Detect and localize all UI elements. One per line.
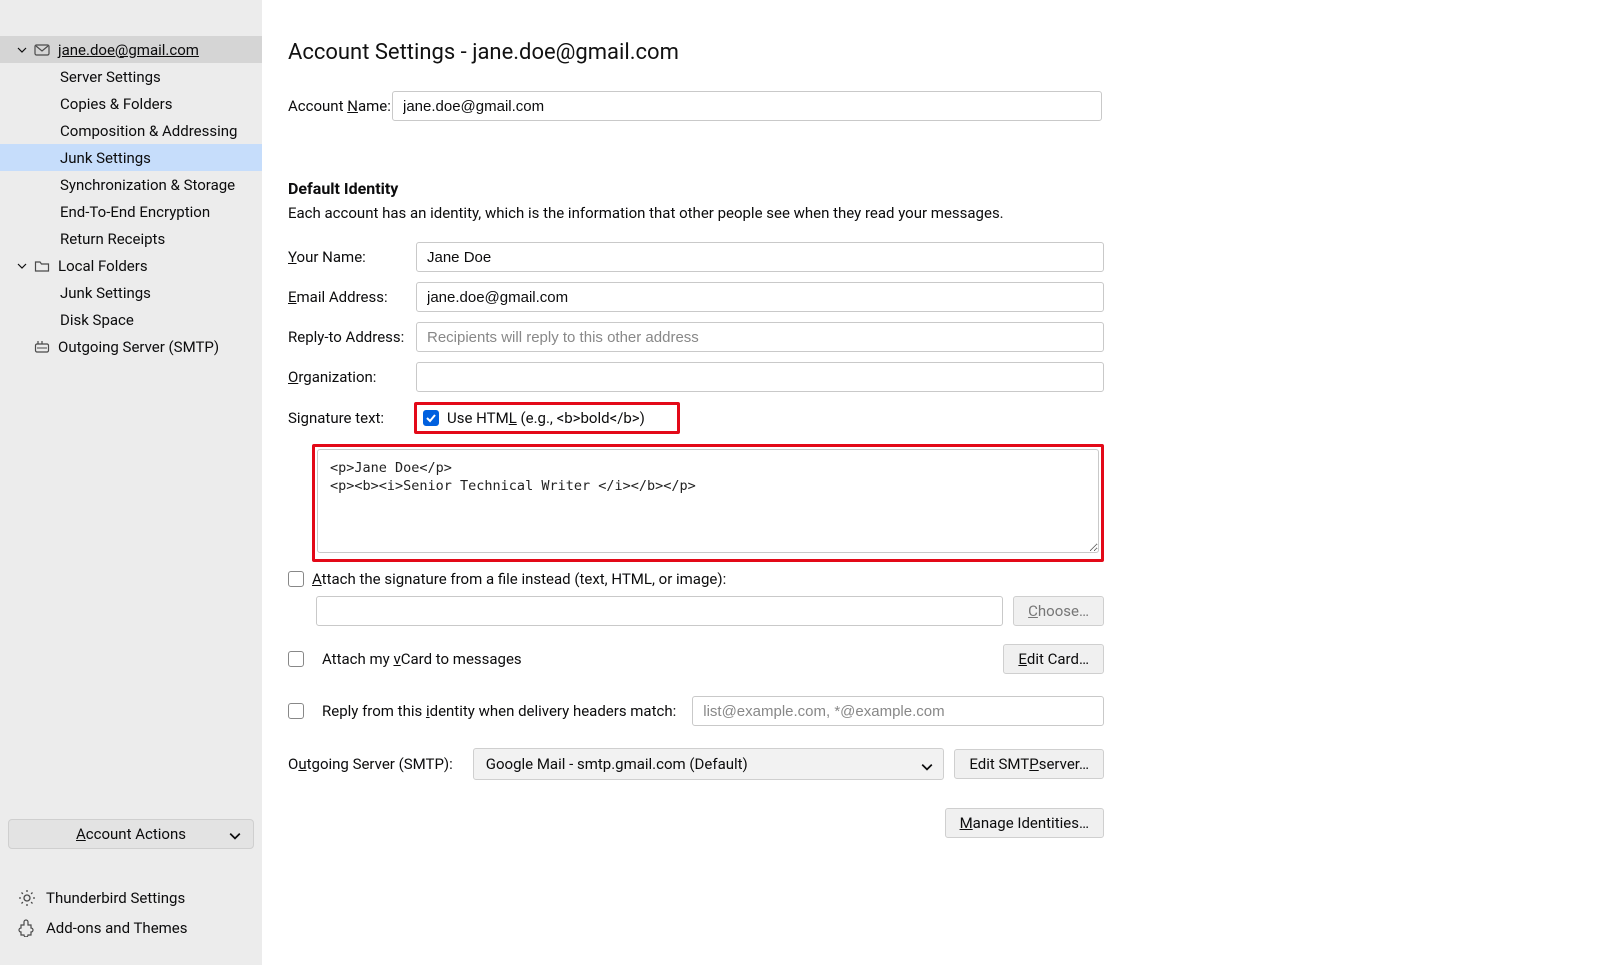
local-folders-label: Local Folders: [58, 257, 148, 275]
input-your-name[interactable]: [416, 242, 1104, 272]
chevron-down-icon: [229, 828, 241, 846]
checkbox-use-html[interactable]: [423, 410, 439, 426]
label-attach-file: Attach the signature from a file instead…: [312, 570, 726, 588]
input-reply-identity[interactable]: [692, 696, 1104, 726]
puzzle-icon: [18, 919, 36, 937]
row-your-name: Your Name:: [288, 242, 1562, 272]
label-reply-to: Reply-to Address:: [288, 328, 416, 346]
checkbox-attach-vcard[interactable]: [288, 651, 304, 667]
page-title: Account Settings - jane.doe@gmail.com: [288, 40, 1562, 65]
sidebar: jane.doe@gmail.com Server Settings Copie…: [0, 0, 262, 965]
mail-account-icon: [34, 42, 50, 58]
account-actions-button[interactable]: Account Actions: [8, 819, 254, 849]
tree-local-folders[interactable]: Local Folders: [0, 252, 262, 279]
input-reply-to[interactable]: [416, 322, 1104, 352]
select-smtp-value: Google Mail - smtp.gmail.com (Default): [486, 755, 748, 773]
row-signature: Signature text: Use HTML (e.g., <b>bold<…: [288, 402, 1562, 434]
label-smtp: Outgoing Server (SMTP):: [288, 755, 453, 773]
row-vcard: Attach my vCard to messages Edit Card…: [288, 644, 1104, 674]
outgoing-icon: [34, 339, 50, 355]
gear-icon: [18, 889, 36, 907]
highlight-use-html: Use HTML (e.g., <b>bold</b>): [414, 402, 680, 434]
outgoing-label: Outgoing Server (SMTP): [58, 338, 219, 356]
main-content: Account Settings - jane.doe@gmail.com Ac…: [262, 0, 1602, 965]
label-email: Email Address:: [288, 288, 416, 306]
label-attach-vcard: Attach my vCard to messages: [322, 650, 522, 668]
label-your-name: Your Name:: [288, 248, 416, 266]
account-tree: jane.doe@gmail.com Server Settings Copie…: [0, 36, 262, 813]
input-signature-file[interactable]: [316, 596, 1003, 626]
tree-item-e2e-encryption[interactable]: End-To-End Encryption: [0, 198, 262, 225]
textarea-signature[interactable]: [317, 449, 1099, 553]
tree-item-return-receipts[interactable]: Return Receipts: [0, 225, 262, 252]
tree-item-local-junk[interactable]: Junk Settings: [0, 279, 262, 306]
thunderbird-settings-label: Thunderbird Settings: [46, 889, 185, 907]
tree-item-composition[interactable]: Composition & Addressing: [0, 117, 262, 144]
label-use-html: Use HTML (e.g., <b>bold</b>): [447, 409, 645, 427]
manage-identities-button[interactable]: Manage Identities…: [945, 808, 1104, 838]
section-title-identity: Default Identity: [288, 179, 1562, 198]
checkbox-attach-file[interactable]: [288, 571, 304, 587]
tree-item-sync-storage[interactable]: Synchronization & Storage: [0, 171, 262, 198]
row-account-name: Account Name:: [288, 91, 1562, 121]
tree-item-disk-space[interactable]: Disk Space: [0, 306, 262, 333]
account-root-label: jane.doe@gmail.com: [58, 41, 199, 59]
highlight-signature-area: [312, 444, 1104, 562]
select-smtp[interactable]: Google Mail - smtp.gmail.com (Default): [473, 748, 945, 780]
tree-item-junk-settings[interactable]: Junk Settings: [0, 144, 262, 171]
thunderbird-settings-link[interactable]: Thunderbird Settings: [8, 883, 254, 913]
tree-item-server-settings[interactable]: Server Settings: [0, 63, 262, 90]
input-account-name[interactable]: [392, 91, 1102, 121]
addons-themes-label: Add-ons and Themes: [46, 919, 188, 937]
chevron-down-icon: [16, 260, 28, 272]
row-organization: Organization:: [288, 362, 1562, 392]
checkbox-reply-identity[interactable]: [288, 703, 304, 719]
choose-button[interactable]: Choose…: [1013, 596, 1104, 626]
section-desc-identity: Each account has an identity, which is t…: [288, 204, 1562, 222]
folder-icon: [34, 258, 50, 274]
tree-outgoing-smtp[interactable]: Outgoing Server (SMTP): [0, 333, 262, 360]
label-account-name: Account Name:: [288, 97, 392, 115]
row-attach-file-input: Choose…: [316, 596, 1104, 626]
label-organization: Organization:: [288, 368, 416, 386]
label-signature: Signature text:: [288, 409, 416, 427]
sidebar-footer: Account Actions Thunderbird Settings Add…: [0, 813, 262, 965]
tree-account-root[interactable]: jane.doe@gmail.com: [0, 36, 262, 63]
row-attach-file: Attach the signature from a file instead…: [288, 570, 1562, 588]
account-actions-label: Account Actions: [76, 825, 186, 843]
row-email: Email Address:: [288, 282, 1562, 312]
row-smtp: Outgoing Server (SMTP): Google Mail - sm…: [288, 748, 1104, 780]
row-manage-identities: Manage Identities…: [288, 808, 1104, 838]
label-reply-identity: Reply from this identity when delivery h…: [322, 702, 676, 720]
input-organization[interactable]: [416, 362, 1104, 392]
chevron-down-icon: [921, 759, 933, 777]
edit-card-button[interactable]: Edit Card…: [1003, 644, 1104, 674]
edit-smtp-button[interactable]: Edit SMTP server…: [954, 749, 1104, 779]
addons-themes-link[interactable]: Add-ons and Themes: [8, 913, 254, 943]
row-reply-identity: Reply from this identity when delivery h…: [288, 696, 1104, 726]
row-reply-to: Reply-to Address:: [288, 322, 1562, 352]
chevron-down-icon: [16, 44, 28, 56]
input-email[interactable]: [416, 282, 1104, 312]
tree-item-copies-folders[interactable]: Copies & Folders: [0, 90, 262, 117]
